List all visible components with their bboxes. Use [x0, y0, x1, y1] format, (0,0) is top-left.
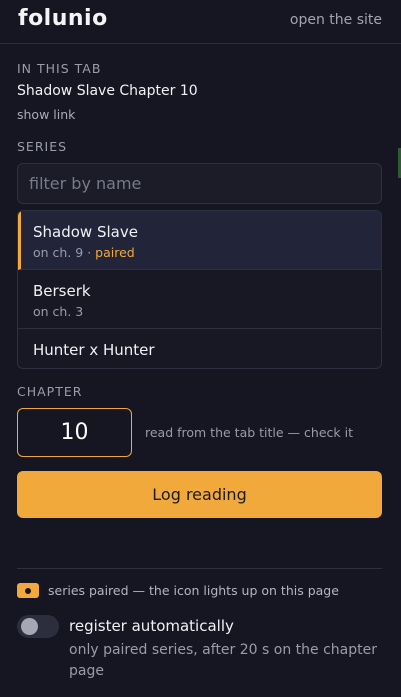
open-site-link[interactable]: open the site [290, 12, 382, 28]
header-bar: folunio open the site [0, 0, 401, 44]
logo: folunio [18, 6, 108, 31]
divider [17, 568, 382, 569]
logo-text: folunio [18, 6, 108, 31]
chapter-label: CHAPTER [17, 384, 83, 399]
series-name: Hunter x Hunter [33, 341, 155, 359]
series-filter-input[interactable] [17, 163, 382, 204]
show-link[interactable]: show link [17, 107, 75, 122]
log-reading-button[interactable]: Log reading [17, 471, 382, 518]
chapter-hint: read from the tab title — check it [145, 425, 353, 440]
chapter-input[interactable] [17, 408, 132, 457]
series-name: Berserk [33, 282, 91, 300]
series-progress: on ch. 9 · paired [33, 243, 381, 263]
series-item-hunter-x-hunter[interactable]: Hunter x Hunter [18, 329, 381, 368]
series-chapter: on ch. 3 [33, 304, 84, 319]
toggle-knob [21, 618, 38, 635]
series-label: SERIES [17, 139, 68, 154]
paired-badge: paired [95, 245, 135, 260]
tab-page-title: Shadow Slave Chapter 10 [17, 83, 198, 99]
extension-popup: folunio open the site IN THIS TAB Shadow… [0, 0, 401, 697]
series-item-shadow-slave[interactable]: Shadow Slave on ch. 9 · paired [18, 211, 381, 270]
series-chapter: on ch. 9 [33, 245, 84, 260]
pair-status-text: series paired — the icon lights up on th… [48, 583, 339, 598]
series-separator: · [83, 245, 96, 260]
series-name: Shadow Slave [33, 223, 138, 241]
series-item-berserk[interactable]: Berserk on ch. 3 [18, 270, 381, 329]
auto-register-label: register automatically [69, 617, 234, 635]
paired-indicator-icon [17, 583, 39, 598]
auto-register-hint: only paired series, after 20 s on the ch… [69, 642, 377, 679]
in-this-tab-label: IN THIS TAB [17, 61, 102, 76]
auto-register-toggle[interactable] [17, 615, 59, 638]
series-list: Shadow Slave on ch. 9 · paired Berserk o… [17, 210, 382, 369]
